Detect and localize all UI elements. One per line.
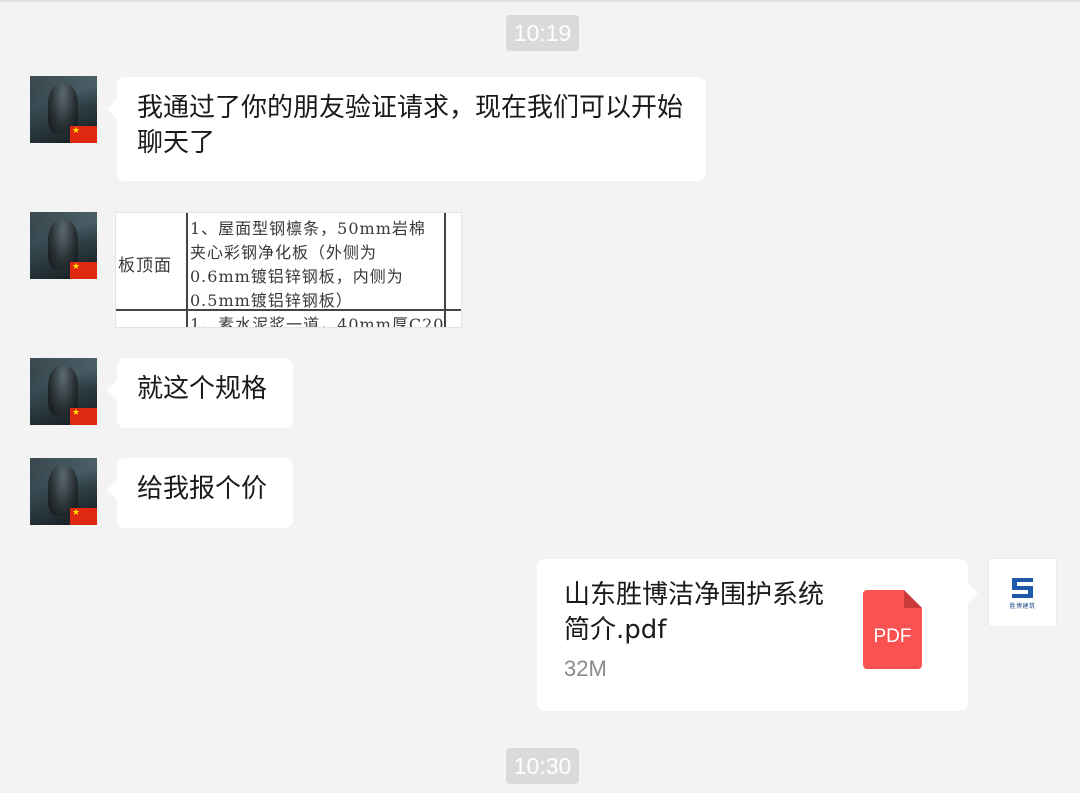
file-size: 32M xyxy=(564,656,607,681)
image-text-line: 0.6mm镀铝锌钢板，内侧为 xyxy=(190,267,404,286)
message-text: 我通过了你的朋友验证请求，现在我们可以开始聊天了 xyxy=(137,93,684,158)
contact-avatar[interactable]: ★ xyxy=(30,76,97,143)
timestamp: 10:30 xyxy=(506,748,579,784)
image-text-line: 1、素水泥浆一道，40mm厚C20 xyxy=(190,315,445,328)
timestamp: 10:19 xyxy=(506,15,579,51)
message-text: 给我报个价 xyxy=(137,474,268,504)
image-text-line: 夹心彩钢净化板（外侧为 xyxy=(190,243,378,262)
file-name: 山东胜博洁净围护系统简介.pdf xyxy=(564,580,825,645)
message-text: 就这个规格 xyxy=(137,374,268,404)
company-logo-text: 胜博建筑 xyxy=(1009,603,1036,610)
message-bubble[interactable]: 就这个规格 xyxy=(107,358,293,428)
file-message[interactable]: 山东胜博洁净围护系统简介.pdf 32M PDF xyxy=(537,559,978,711)
image-text-line: 0.5mm镀铝锌钢板） xyxy=(190,291,353,310)
my-avatar[interactable]: 胜博建筑 xyxy=(988,558,1057,627)
china-flag-icon: ★ xyxy=(70,126,97,143)
contact-avatar[interactable]: ★ xyxy=(30,458,97,525)
pdf-file-icon: PDF xyxy=(863,590,922,669)
china-flag-icon: ★ xyxy=(70,408,97,425)
china-flag-icon: ★ xyxy=(70,508,97,525)
company-logo-icon xyxy=(1009,577,1036,599)
message-bubble[interactable]: 我通过了你的朋友验证请求，现在我们可以开始聊天了 xyxy=(107,77,706,181)
image-table-cell: 板顶面 xyxy=(118,256,172,276)
image-text-line: 1、屋面型钢檩条，50mm岩棉 xyxy=(190,219,426,238)
china-flag-icon: ★ xyxy=(70,262,97,279)
image-message[interactable]: 板顶面 1、屋面型钢檩条，50mm岩棉 夹心彩钢净化板（外侧为 0.6mm镀铝锌… xyxy=(115,212,462,328)
pdf-type-label: PDF xyxy=(873,626,912,647)
message-bubble[interactable]: 给我报个价 xyxy=(107,458,293,528)
contact-avatar[interactable]: ★ xyxy=(30,358,97,425)
top-divider xyxy=(0,0,1080,2)
contact-avatar[interactable]: ★ xyxy=(30,212,97,279)
